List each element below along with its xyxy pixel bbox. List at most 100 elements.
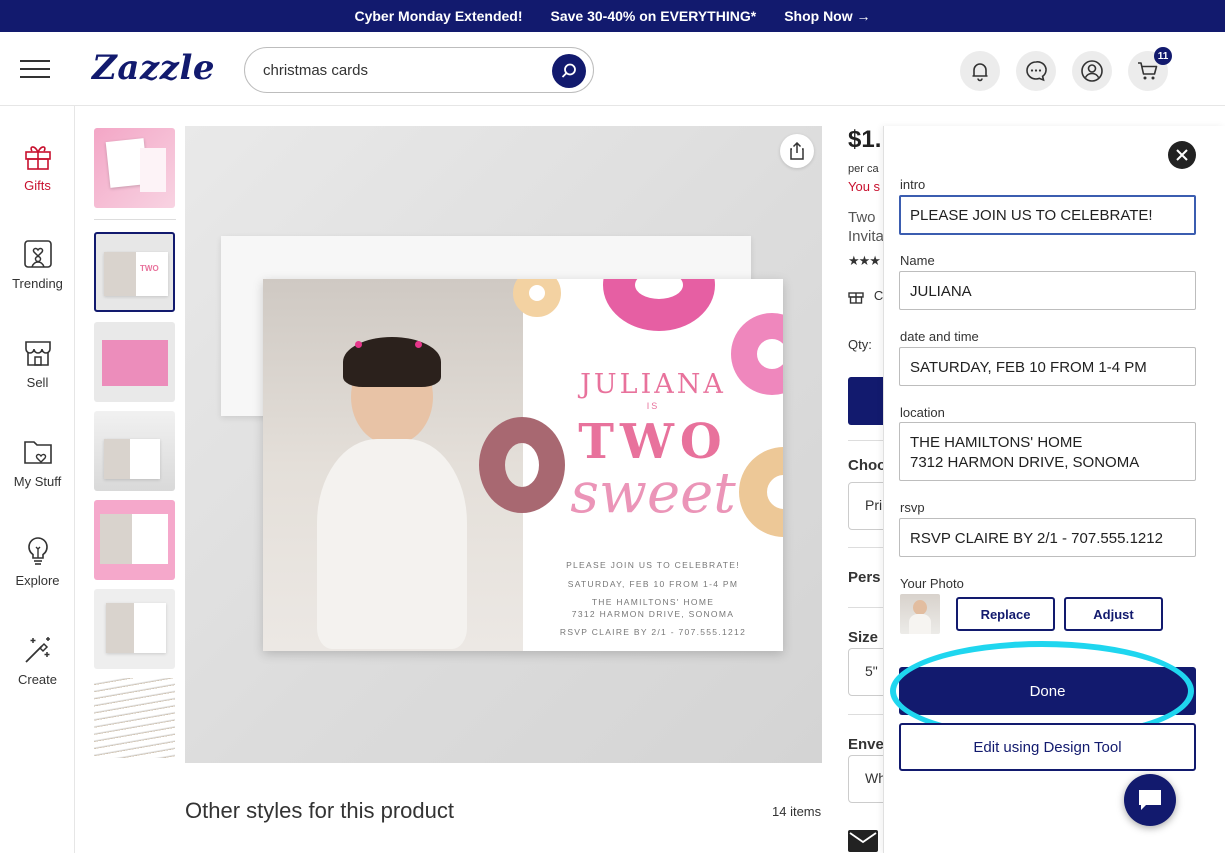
chat-bubble-icon [1139, 790, 1161, 810]
sidebar-item-sell[interactable]: Sell [0, 337, 75, 390]
divider [848, 714, 888, 715]
adjust-photo-button[interactable]: Adjust [1064, 597, 1163, 631]
folder-icon [23, 441, 52, 464]
left-sidebar: Gifts Trending Sell My Stuff Explore Cre… [0, 106, 75, 853]
you-save-text: You s [848, 179, 881, 194]
notifications-button[interactable] [960, 51, 1000, 91]
chat-support-button[interactable] [1124, 774, 1176, 826]
promo-banner: Cyber Monday Extended! Save 30-40% on EV… [0, 0, 1225, 32]
shop-now-link[interactable]: Shop Now → [784, 8, 870, 24]
product-details-column: $1. per ca You s Two Invita ★★★ C Qty: C… [848, 126, 888, 853]
thumbnail-7[interactable] [94, 678, 175, 758]
sidebar-item-my-stuff[interactable]: My Stuff [0, 436, 75, 489]
name-field[interactable]: JULIANA [899, 271, 1196, 310]
sidebar-item-label: Explore [15, 573, 60, 588]
size-option-text: 5" [865, 663, 878, 679]
choose-heading: Choo [848, 457, 887, 474]
zazzle-logo[interactable]: Zazzle [92, 48, 215, 88]
gift-icon [24, 146, 51, 170]
share-button[interactable] [780, 134, 814, 168]
chat-icon [1026, 61, 1047, 82]
sidebar-item-label: Create [17, 672, 58, 687]
price-per-card: per ca [848, 163, 879, 175]
star-rating: ★★★ [848, 253, 881, 268]
location-field[interactable]: THE HAMILTONS' HOME 7312 HARMON DRIVE, S… [899, 422, 1196, 481]
thumbnail-3[interactable] [94, 322, 175, 402]
rsvp-field[interactable]: RSVP CLAIRE BY 2/1 - 707.555.1212 [899, 518, 1196, 557]
intro-field[interactable]: PLEASE JOIN US TO CELEBRATE! [899, 195, 1196, 235]
trending-icon [23, 240, 52, 268]
size-option-box[interactable]: 5" [848, 648, 888, 696]
divider [848, 547, 888, 548]
site-header: Zazzle christmas cards 11 [0, 32, 1225, 106]
search-bar[interactable]: christmas cards [244, 47, 594, 93]
card-location-line-2: 7312 HARMON DRIVE, SONOMA [571, 609, 735, 619]
sidebar-item-trending[interactable]: Trending [0, 238, 75, 291]
lightbulb-icon [27, 537, 48, 565]
date-time-field[interactable]: SATURDAY, FEB 10 FROM 1-4 PM [899, 347, 1196, 386]
account-button[interactable] [1072, 51, 1112, 91]
account-icon [1081, 60, 1103, 82]
personalize-heading: Pers [848, 569, 881, 586]
printing-option-box[interactable]: Pri [848, 482, 888, 530]
qty-label: Qty: [848, 337, 872, 352]
replace-photo-button[interactable]: Replace [956, 597, 1055, 631]
date-time-label: date and time [900, 329, 979, 344]
envelope-heading: Enve [848, 736, 884, 753]
gift-option-text: C [873, 288, 884, 303]
your-photo-thumbnail[interactable] [900, 594, 940, 634]
product-main-image[interactable]: JULIANA IS TWO sweet PLEASE JOIN US TO C… [185, 126, 822, 763]
sidebar-item-label: My Stuff [13, 474, 62, 489]
thumbnail-divider [94, 219, 176, 220]
rsvp-label: rsvp [900, 500, 925, 515]
envelope-option-box[interactable]: Wh [848, 755, 888, 803]
close-panel-button[interactable] [1168, 141, 1196, 169]
thumbnail-4[interactable] [94, 411, 175, 491]
promo-text-2: Save 30-40% on EVERYTHING* [550, 8, 757, 24]
edit-design-tool-button[interactable]: Edit using Design Tool [899, 723, 1196, 771]
sidebar-item-label: Sell [26, 375, 49, 390]
cart-button[interactable]: 11 [1128, 47, 1172, 91]
envelope-mail-icon [848, 830, 878, 852]
sidebar-item-label: Gifts [24, 178, 51, 193]
printing-option-text: Pri [865, 497, 883, 513]
location-label: location [900, 405, 945, 420]
thumbnail-6[interactable] [94, 589, 175, 669]
card-date-line: SATURDAY, FEB 10 FROM 1-4 PM [567, 579, 739, 589]
size-heading: Size [848, 629, 879, 646]
done-button[interactable]: Done [899, 667, 1196, 715]
thumbnail-2-selected[interactable]: TWO [94, 232, 175, 312]
product-title-line-1: Two [848, 209, 876, 226]
your-photo-label: Your Photo [900, 576, 964, 591]
personalize-panel: intro PLEASE JOIN US TO CELEBRATE! Name … [883, 126, 1225, 853]
sidebar-item-explore[interactable]: Explore [0, 535, 75, 588]
divider [848, 440, 888, 441]
promo-text-1: Cyber Monday Extended! [354, 8, 523, 24]
thumbnail-1[interactable] [94, 128, 175, 208]
name-label: Name [900, 253, 935, 268]
store-icon [24, 341, 51, 366]
messages-button[interactable] [1016, 51, 1056, 91]
search-input[interactable]: christmas cards [263, 62, 368, 79]
sidebar-item-label: Trending [12, 276, 63, 291]
sidebar-item-create[interactable]: Create [0, 634, 75, 687]
sidebar-item-gifts[interactable]: Gifts [0, 140, 75, 193]
product-title-line-2: Invita [848, 228, 884, 245]
card-name-text: JULIANA [580, 369, 726, 400]
close-icon [1176, 149, 1188, 161]
invitation-card: JULIANA IS TWO sweet PLEASE JOIN US TO C… [263, 279, 783, 651]
card-text-area: JULIANA IS TWO sweet PLEASE JOIN US TO C… [479, 279, 783, 651]
share-icon [790, 142, 804, 160]
gift-small-icon [848, 292, 864, 304]
search-button[interactable] [552, 54, 586, 88]
search-icon [561, 63, 576, 78]
other-styles-count: 14 items [772, 804, 822, 819]
divider [848, 607, 888, 608]
gift-option[interactable]: C [848, 287, 883, 304]
menu-icon[interactable] [20, 60, 50, 78]
add-to-cart-button[interactable] [848, 377, 888, 425]
intro-label: intro [900, 177, 926, 192]
card-location-line-1: THE HAMILTONS' HOME [591, 597, 715, 607]
card-rsvp-line: RSVP CLAIRE BY 2/1 - 707.555.1212 [559, 627, 747, 637]
thumbnail-5[interactable] [94, 500, 175, 580]
